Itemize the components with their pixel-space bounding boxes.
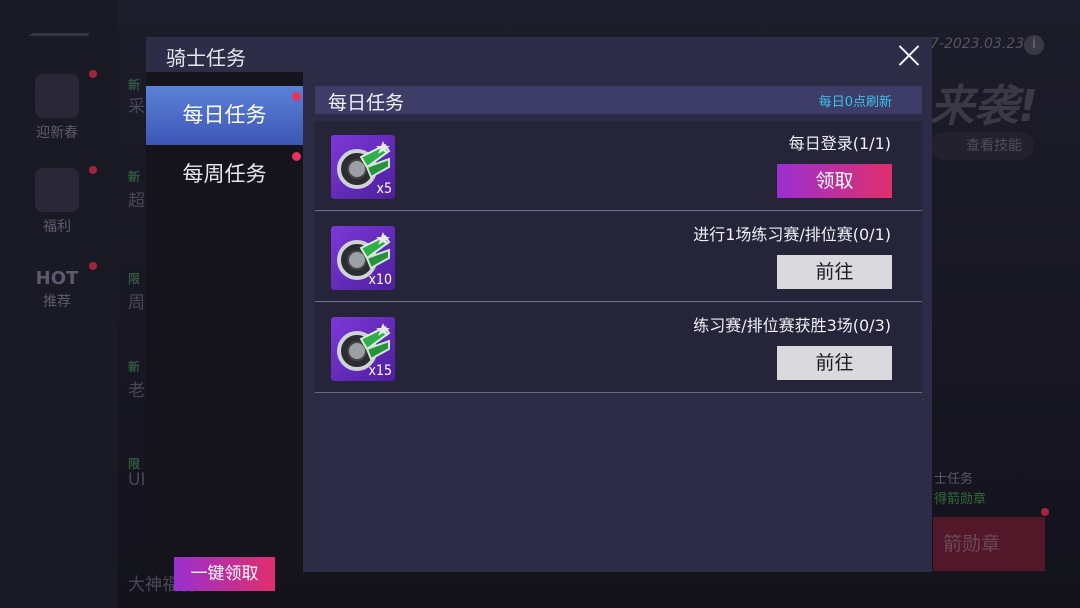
background-side-task: 士任务 得箭勋章: [934, 470, 986, 510]
dialog-title: 骑士任务: [166, 46, 246, 70]
background-list-tag: 新: [128, 170, 141, 184]
section-header: 每日任务 每日0点刷新: [315, 86, 922, 114]
claim-button[interactable]: 领取: [777, 164, 892, 198]
background-sidebar-label: 推荐: [43, 294, 71, 310]
background-list-text: 老: [128, 381, 145, 401]
tab-label: 每日任务: [182, 103, 267, 127]
reward-item[interactable]: x10: [331, 226, 395, 290]
notification-dot: [292, 152, 301, 161]
background-notification-dot: [89, 262, 97, 270]
go-button[interactable]: 前往: [777, 255, 892, 289]
background-banner-text: 来袭!: [930, 81, 1039, 132]
task-tabs-panel: 每日任务 每周任务 一键领取: [146, 72, 303, 591]
task-row: x15 练习赛/排位赛获胜3场(0/3) 前往: [315, 303, 922, 393]
reward-item[interactable]: x5: [331, 135, 395, 199]
background-side-task-reward: 得箭勋章: [934, 492, 987, 507]
background-sidebar-item-recommend: HOT 推荐: [22, 268, 92, 311]
refresh-note: 每日0点刷新: [818, 95, 892, 110]
hot-label: HOT: [35, 268, 79, 289]
reward-item[interactable]: x15: [331, 317, 395, 381]
dialog-header: 骑士任务: [146, 37, 932, 72]
section-title: 每日任务: [328, 92, 405, 114]
go-button[interactable]: 前往: [777, 346, 892, 380]
background-notification-dot: [89, 166, 97, 174]
background-sidebar-item-newyear: 迎新春: [22, 74, 92, 142]
info-icon[interactable]: i: [1024, 35, 1044, 55]
task-name: 进行1场练习赛/排位赛(0/1): [693, 225, 891, 244]
background-list-tag: 新: [128, 78, 141, 92]
background-list-tag: 新: [128, 360, 141, 374]
background-list-text: UI: [128, 470, 146, 490]
tab-daily-tasks[interactable]: 每日任务: [146, 86, 303, 145]
background-list-text: 超: [128, 191, 145, 211]
background-red-button[interactable]: 箭勋章: [933, 517, 1045, 571]
rabbit-icon: [35, 74, 79, 118]
claim-all-button[interactable]: 一键领取: [174, 557, 275, 591]
tab-label: 每周任务: [182, 162, 267, 186]
reward-count: x15: [368, 363, 392, 379]
reward-count: x5: [376, 181, 392, 197]
background-side-task-title: 士任务: [934, 472, 974, 487]
tab-weekly-tasks[interactable]: 每周任务: [146, 145, 303, 204]
task-row: x10 进行1场练习赛/排位赛(0/1) 前往: [315, 212, 922, 302]
task-list-panel: 每日任务 每日0点刷新 x5 每日登录(1/1) 领取 x10 进行1场练习赛/…: [303, 72, 932, 572]
close-icon[interactable]: [894, 40, 924, 70]
task-row: x5 每日登录(1/1) 领取: [315, 121, 922, 211]
task-name: 每日登录(1/1): [788, 134, 891, 153]
background-sidebar-label: 福利: [43, 219, 71, 235]
background-list-text: 采: [128, 97, 145, 117]
background-view-skill-button[interactable]: 查看技能: [930, 132, 1034, 160]
background-back-icon: [27, 22, 97, 36]
knight-tasks-dialog: 骑士任务 每日任务 每周任务 一键领取 每日任务 每日0点刷新 x5 每日登录(…: [146, 37, 932, 591]
notification-dot: [292, 92, 301, 101]
task-name: 练习赛/排位赛获胜3场(0/3): [693, 316, 891, 335]
reward-count: x10: [368, 272, 392, 288]
background-notification-dot: [1041, 508, 1049, 516]
background-event-date: 7-2023.03.23: [930, 36, 1025, 52]
gift-icon: [35, 168, 79, 212]
background-sidebar-label: 迎新春: [36, 125, 78, 141]
background-list-text: 周: [128, 293, 145, 313]
background-sidebar-item-welfare: 福利: [22, 168, 92, 236]
background-notification-dot: [89, 70, 97, 78]
background-list-tag: 限: [128, 272, 141, 286]
